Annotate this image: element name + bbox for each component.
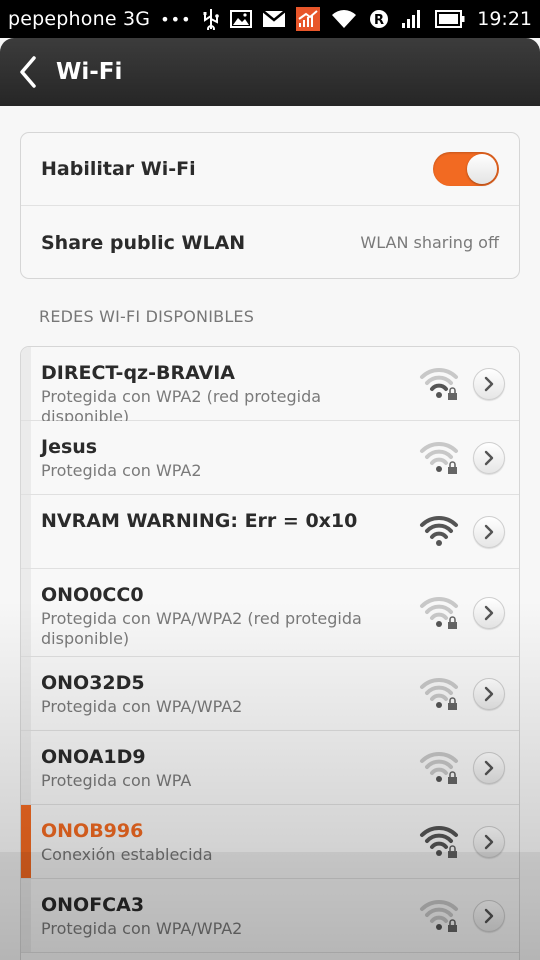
svg-text:R: R <box>374 13 384 28</box>
network-row[interactable]: NVRAM WARNING: Err = 0x10 <box>21 495 519 569</box>
available-networks-header: REDES WI-FI DISPONIBLES <box>39 307 255 326</box>
network-status: Protegida con WPA/WPA2 <box>41 697 243 716</box>
enable-wifi-toggle[interactable] <box>433 152 499 186</box>
row-stripe <box>21 657 31 730</box>
wifi-locked-icon <box>420 751 458 784</box>
network-icons <box>419 347 519 421</box>
network-row[interactable]: ONO32D5 Protegida con WPA/WPA2 <box>21 657 519 731</box>
network-details-button[interactable] <box>473 442 505 474</box>
network-list: DIRECT-qz-BRAVIA Protegida con WPA2 (red … <box>20 346 520 960</box>
connected-indicator <box>21 805 31 878</box>
network-icons <box>419 657 519 731</box>
row-stripe <box>21 495 31 568</box>
network-text: ONO32D5 Protegida con WPA/WPA2 <box>21 657 419 717</box>
network-details-button[interactable] <box>473 597 505 629</box>
clock: 19:21 <box>477 8 532 30</box>
chart-app-icon <box>295 7 320 31</box>
enable-wifi-row[interactable]: Habilitar Wi-Fi <box>21 133 519 206</box>
network-name: ONO32D5 <box>41 672 145 694</box>
wifi-settings-card: Habilitar Wi-Fi Share public WLAN WLAN s… <box>20 132 520 279</box>
network-icons <box>419 569 519 657</box>
chevron-left-icon <box>20 56 36 88</box>
network-row[interactable]: Jesus Protegida con WPA2 <box>21 421 519 495</box>
network-row[interactable]: ONO0CC0 Protegida con WPA/WPA2 (red prote… <box>21 569 519 657</box>
network-icons <box>419 421 519 495</box>
network-details-button[interactable] <box>473 368 505 400</box>
network-name: ONOFCA3 <box>41 894 145 916</box>
network-text: ONO0CC0 Protegida con WPA/WPA2 (red prote… <box>21 569 419 649</box>
share-public-wlan-value: WLAN sharing off <box>360 233 499 252</box>
wifi-locked-icon <box>420 899 458 932</box>
gmail-icon <box>261 10 286 28</box>
network-details-button[interactable] <box>473 826 505 858</box>
usb-icon <box>202 8 220 30</box>
wifi-locked-icon <box>420 441 458 474</box>
network-text: ONOFCA3 Protegida con WPA/WPA2 <box>21 879 419 939</box>
network-text: DIRECT-qz-BRAVIA Protegida con WPA2 (red … <box>21 347 419 427</box>
more-notifications-indicator: ••• <box>160 9 192 29</box>
network-details-button[interactable] <box>473 752 505 784</box>
title-bar: Wi-Fi <box>0 38 540 106</box>
row-stripe <box>21 879 31 952</box>
network-name: ONOA1D9 <box>41 746 146 768</box>
wifi-locked-icon <box>420 677 458 710</box>
wifi-locked-icon <box>420 367 458 400</box>
image-icon <box>229 10 252 28</box>
network-name: DIRECT-qz-BRAVIA <box>41 362 235 384</box>
enable-wifi-label: Habilitar Wi-Fi <box>41 158 196 180</box>
network-status: Protegida con WPA2 <box>41 461 202 480</box>
chevron-right-icon <box>484 760 494 776</box>
battery-icon <box>435 10 465 28</box>
share-public-wlan-label: Share public WLAN <box>41 231 246 254</box>
wifi-locked-icon <box>420 596 458 629</box>
network-name: ONO0CC0 <box>41 584 144 606</box>
row-stripe <box>21 731 31 804</box>
network-row[interactable]: ONOB996 Conexión establecida <box>21 805 519 879</box>
share-public-wlan-row[interactable]: Share public WLAN WLAN sharing off <box>21 206 519 279</box>
network-row[interactable]: ONOA1D9 Protegida con WPA <box>21 731 519 805</box>
wifi-signal-icon <box>420 515 458 546</box>
carrier-name: pepephone 3G <box>8 8 151 30</box>
roaming-r-icon: R <box>369 9 389 29</box>
chevron-right-icon <box>484 686 494 702</box>
network-status: Protegida con WPA/WPA2 (red protegida di… <box>41 609 362 648</box>
back-button[interactable] <box>0 38 56 106</box>
signal-icon <box>401 9 423 29</box>
network-status: Protegida con WPA <box>41 771 192 790</box>
chevron-right-icon <box>484 450 494 466</box>
network-text: Jesus Protegida con WPA2 <box>21 421 419 481</box>
network-details-button[interactable] <box>473 516 505 548</box>
network-icons <box>419 495 519 569</box>
row-stripe <box>21 569 31 656</box>
network-status: Protegida con WPA/WPA2 <box>41 919 243 938</box>
chevron-right-icon <box>484 524 494 540</box>
network-details-button[interactable] <box>473 900 505 932</box>
network-status: Conexión establecida <box>41 845 213 864</box>
network-name: ONOB996 <box>41 820 144 842</box>
network-row[interactable]: DIRECT-qz-BRAVIA Protegida con WPA2 (red … <box>21 347 519 426</box>
chevron-right-icon <box>484 834 494 850</box>
network-text: ONOA1D9 Protegida con WPA <box>21 731 419 791</box>
row-stripe <box>21 347 31 420</box>
network-text: ONOB996 Conexión establecida <box>21 805 419 865</box>
status-bar: pepephone 3G ••• R 19:21 <box>0 0 540 38</box>
wifi-locked-icon <box>420 825 458 858</box>
wifi-icon <box>331 9 357 29</box>
chevron-right-icon <box>484 605 494 621</box>
network-name: Jesus <box>41 436 98 458</box>
network-icons <box>419 805 519 879</box>
network-icons <box>419 731 519 805</box>
chevron-right-icon <box>484 908 494 924</box>
network-icons <box>419 879 519 953</box>
network-text: NVRAM WARNING: Err = 0x10 <box>21 495 419 535</box>
network-details-button[interactable] <box>473 678 505 710</box>
toggle-knob <box>467 154 497 184</box>
page-title: Wi-Fi <box>56 59 123 85</box>
chevron-right-icon <box>484 376 494 392</box>
network-name: NVRAM WARNING: Err = 0x10 <box>41 510 358 532</box>
row-stripe <box>21 421 31 494</box>
network-row[interactable]: ONOFCA3 Protegida con WPA/WPA2 <box>21 879 519 953</box>
